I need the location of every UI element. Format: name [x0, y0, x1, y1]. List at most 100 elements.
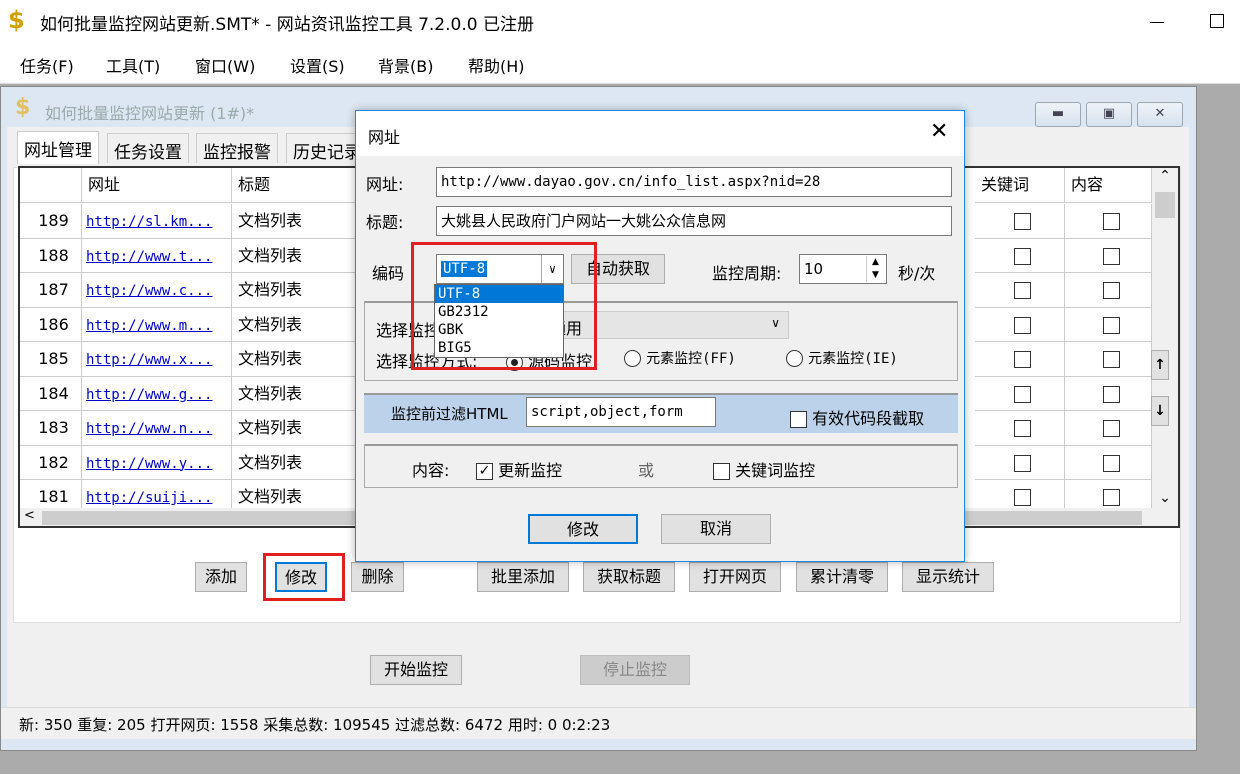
url-link[interactable]: http://sl.km...: [86, 214, 212, 230]
tab-alerts[interactable]: 监控报警: [196, 133, 278, 163]
show-stats-button[interactable]: 显示统计: [902, 562, 994, 592]
checkbox-icon[interactable]: [1014, 351, 1031, 368]
menu-task[interactable]: 任务(F): [20, 53, 74, 77]
menu-help[interactable]: 帮助(H): [468, 53, 525, 77]
header-keyword: 关键词: [975, 168, 1065, 203]
keyword-monitor-checkbox[interactable]: 关键词监控: [713, 457, 815, 481]
spinner-icon[interactable]: ▲ ▼: [866, 256, 884, 282]
content-checkbox-cell[interactable]: [1065, 342, 1152, 377]
add-button[interactable]: 添加: [195, 562, 247, 592]
checkbox-icon[interactable]: [1102, 385, 1120, 403]
checkbox-icon[interactable]: [1014, 213, 1031, 230]
mode-element-ie[interactable]: 元素监控(IE): [786, 348, 898, 368]
snippet-checkbox[interactable]: 有效代码段截取: [790, 405, 924, 429]
scroll-down-icon[interactable]: ⌄: [1152, 490, 1178, 506]
child-minimize-button[interactable]: ▬: [1035, 102, 1081, 127]
content-checkbox-cell[interactable]: [1065, 411, 1152, 446]
checkbox-icon[interactable]: [1014, 454, 1031, 472]
row-url-link[interactable]: http://www.x...: [82, 342, 232, 377]
maximize-icon[interactable]: [1210, 14, 1224, 28]
content-checkbox-cell[interactable]: [1065, 307, 1152, 342]
update-monitor-checkbox[interactable]: ✓ 更新监控: [476, 457, 562, 481]
child-restore-button[interactable]: ▣: [1086, 102, 1132, 127]
move-up-button[interactable]: ↑: [1151, 350, 1169, 380]
vertical-scrollbar[interactable]: ⌃ ⌄: [1152, 168, 1178, 508]
row-url-link[interactable]: http://www.n...: [82, 411, 232, 446]
checkbox-icon[interactable]: [1014, 489, 1031, 506]
tab-task-settings[interactable]: 任务设置: [107, 133, 189, 163]
encoding-label: 编码: [372, 264, 405, 283]
title-input[interactable]: 大姚县人民政府门户网站一大姚公众信息网: [436, 206, 952, 236]
delete-button[interactable]: 删除: [351, 562, 404, 592]
menu-window[interactable]: 窗口(W): [195, 53, 255, 77]
menu-tools[interactable]: 工具(T): [106, 53, 160, 77]
url-link[interactable]: http://www.y...: [86, 456, 212, 472]
row-index: 189: [20, 204, 82, 239]
open-page-button[interactable]: 打开网页: [689, 562, 781, 592]
checkbox-icon[interactable]: [1014, 420, 1031, 437]
url-link[interactable]: http://www.g...: [86, 387, 212, 403]
content-checkbox-cell[interactable]: [1065, 445, 1152, 480]
scroll-left-icon[interactable]: <: [24, 508, 35, 523]
checkbox-icon[interactable]: [1102, 351, 1120, 368]
keyword-checkbox-cell[interactable]: [975, 411, 1065, 446]
checkbox-icon[interactable]: [1014, 247, 1031, 265]
keyword-checkbox-cell[interactable]: [975, 342, 1065, 377]
scroll-thumb[interactable]: [1155, 192, 1175, 218]
start-monitor-button[interactable]: 开始监控: [370, 655, 462, 685]
child-close-button[interactable]: ✕: [1137, 102, 1183, 127]
row-url-link[interactable]: http://www.y...: [82, 445, 232, 480]
checkbox-icon[interactable]: [1102, 213, 1120, 230]
tab-url-management[interactable]: 网址管理: [17, 131, 99, 164]
scroll-up-icon[interactable]: ⌃: [1152, 168, 1178, 184]
cancel-button[interactable]: 取消: [661, 514, 771, 544]
row-url-link[interactable]: http://sl.km...: [82, 204, 232, 239]
url-link[interactable]: http://www.c...: [86, 283, 212, 299]
row-url-link[interactable]: http://www.m...: [82, 307, 232, 342]
filter-input[interactable]: script,object,form: [526, 397, 716, 427]
checkbox-icon[interactable]: [1014, 316, 1031, 334]
row-index: 184: [20, 376, 82, 411]
content-checkbox-cell[interactable]: [1065, 204, 1152, 239]
ok-button[interactable]: 修改: [528, 514, 638, 544]
menu-background[interactable]: 背景(B): [378, 53, 433, 77]
keyword-checkbox-cell[interactable]: [975, 445, 1065, 480]
reset-button[interactable]: 累计清零: [796, 562, 888, 592]
content-checkbox-cell[interactable]: [1065, 376, 1152, 411]
mode-element-ff[interactable]: 元素监控(FF): [624, 348, 736, 368]
url-link[interactable]: http://www.t...: [86, 249, 212, 265]
row-url-link[interactable]: http://www.g...: [82, 376, 232, 411]
keyword-checkbox-cell[interactable]: [975, 307, 1065, 342]
menu-settings[interactable]: 设置(S): [290, 53, 345, 77]
content-checkbox-cell[interactable]: [1065, 238, 1152, 273]
or-label: 或: [638, 461, 655, 480]
get-title-button[interactable]: 获取标题: [583, 562, 675, 592]
content-checkbox-cell[interactable]: [1065, 273, 1152, 308]
checkbox-icon[interactable]: [1014, 385, 1031, 403]
checkbox-icon[interactable]: [1102, 420, 1120, 437]
checkbox-icon[interactable]: [1102, 316, 1120, 334]
checkbox-icon[interactable]: [1102, 489, 1120, 506]
url-link[interactable]: http://www.x...: [86, 352, 212, 368]
keyword-checkbox-cell[interactable]: [975, 238, 1065, 273]
move-down-button[interactable]: ↓: [1151, 396, 1169, 426]
minimize-icon[interactable]: [1150, 22, 1164, 23]
keyword-checkbox-cell[interactable]: [975, 376, 1065, 411]
url-link[interactable]: http://www.m...: [86, 318, 212, 334]
close-icon[interactable]: ✕: [930, 119, 948, 144]
checkbox-icon[interactable]: [1102, 247, 1120, 265]
checkbox-icon[interactable]: [1102, 454, 1120, 472]
keyword-checkbox-cell[interactable]: [975, 204, 1065, 239]
checkbox-icon[interactable]: [1014, 282, 1031, 299]
row-url-link[interactable]: http://www.c...: [82, 273, 232, 308]
url-input[interactable]: http://www.dayao.gov.cn/info_list.aspx?n…: [436, 167, 952, 197]
row-url-link[interactable]: http://www.t...: [82, 238, 232, 273]
batch-add-button[interactable]: 批里添加: [477, 562, 569, 592]
checkbox-icon[interactable]: [1102, 282, 1120, 299]
header-url: 网址: [82, 168, 232, 203]
stop-monitor-button[interactable]: 停止监控: [580, 655, 690, 685]
url-link[interactable]: http://www.n...: [86, 421, 212, 437]
header-title: 标题: [232, 168, 357, 203]
keyword-checkbox-cell[interactable]: [975, 273, 1065, 308]
url-link[interactable]: http://suiji...: [86, 490, 212, 506]
